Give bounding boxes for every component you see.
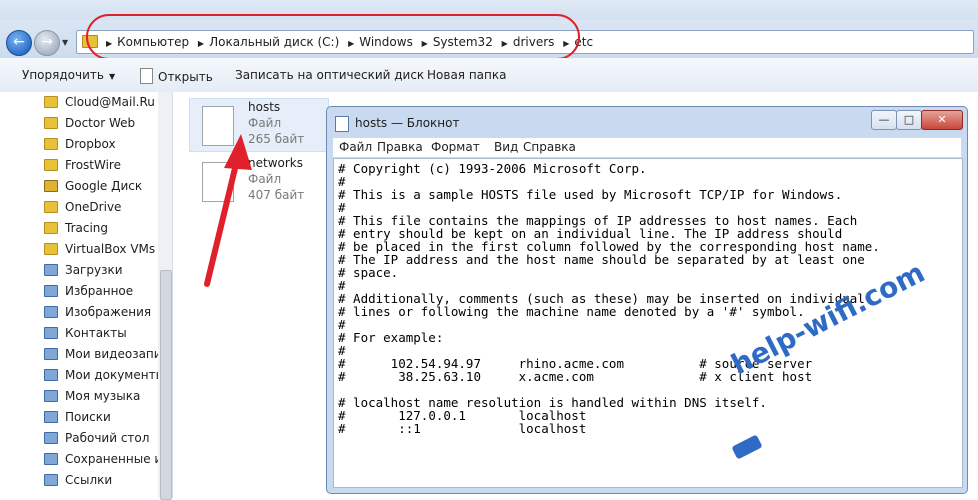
annotation-arrow — [204, 134, 252, 287]
